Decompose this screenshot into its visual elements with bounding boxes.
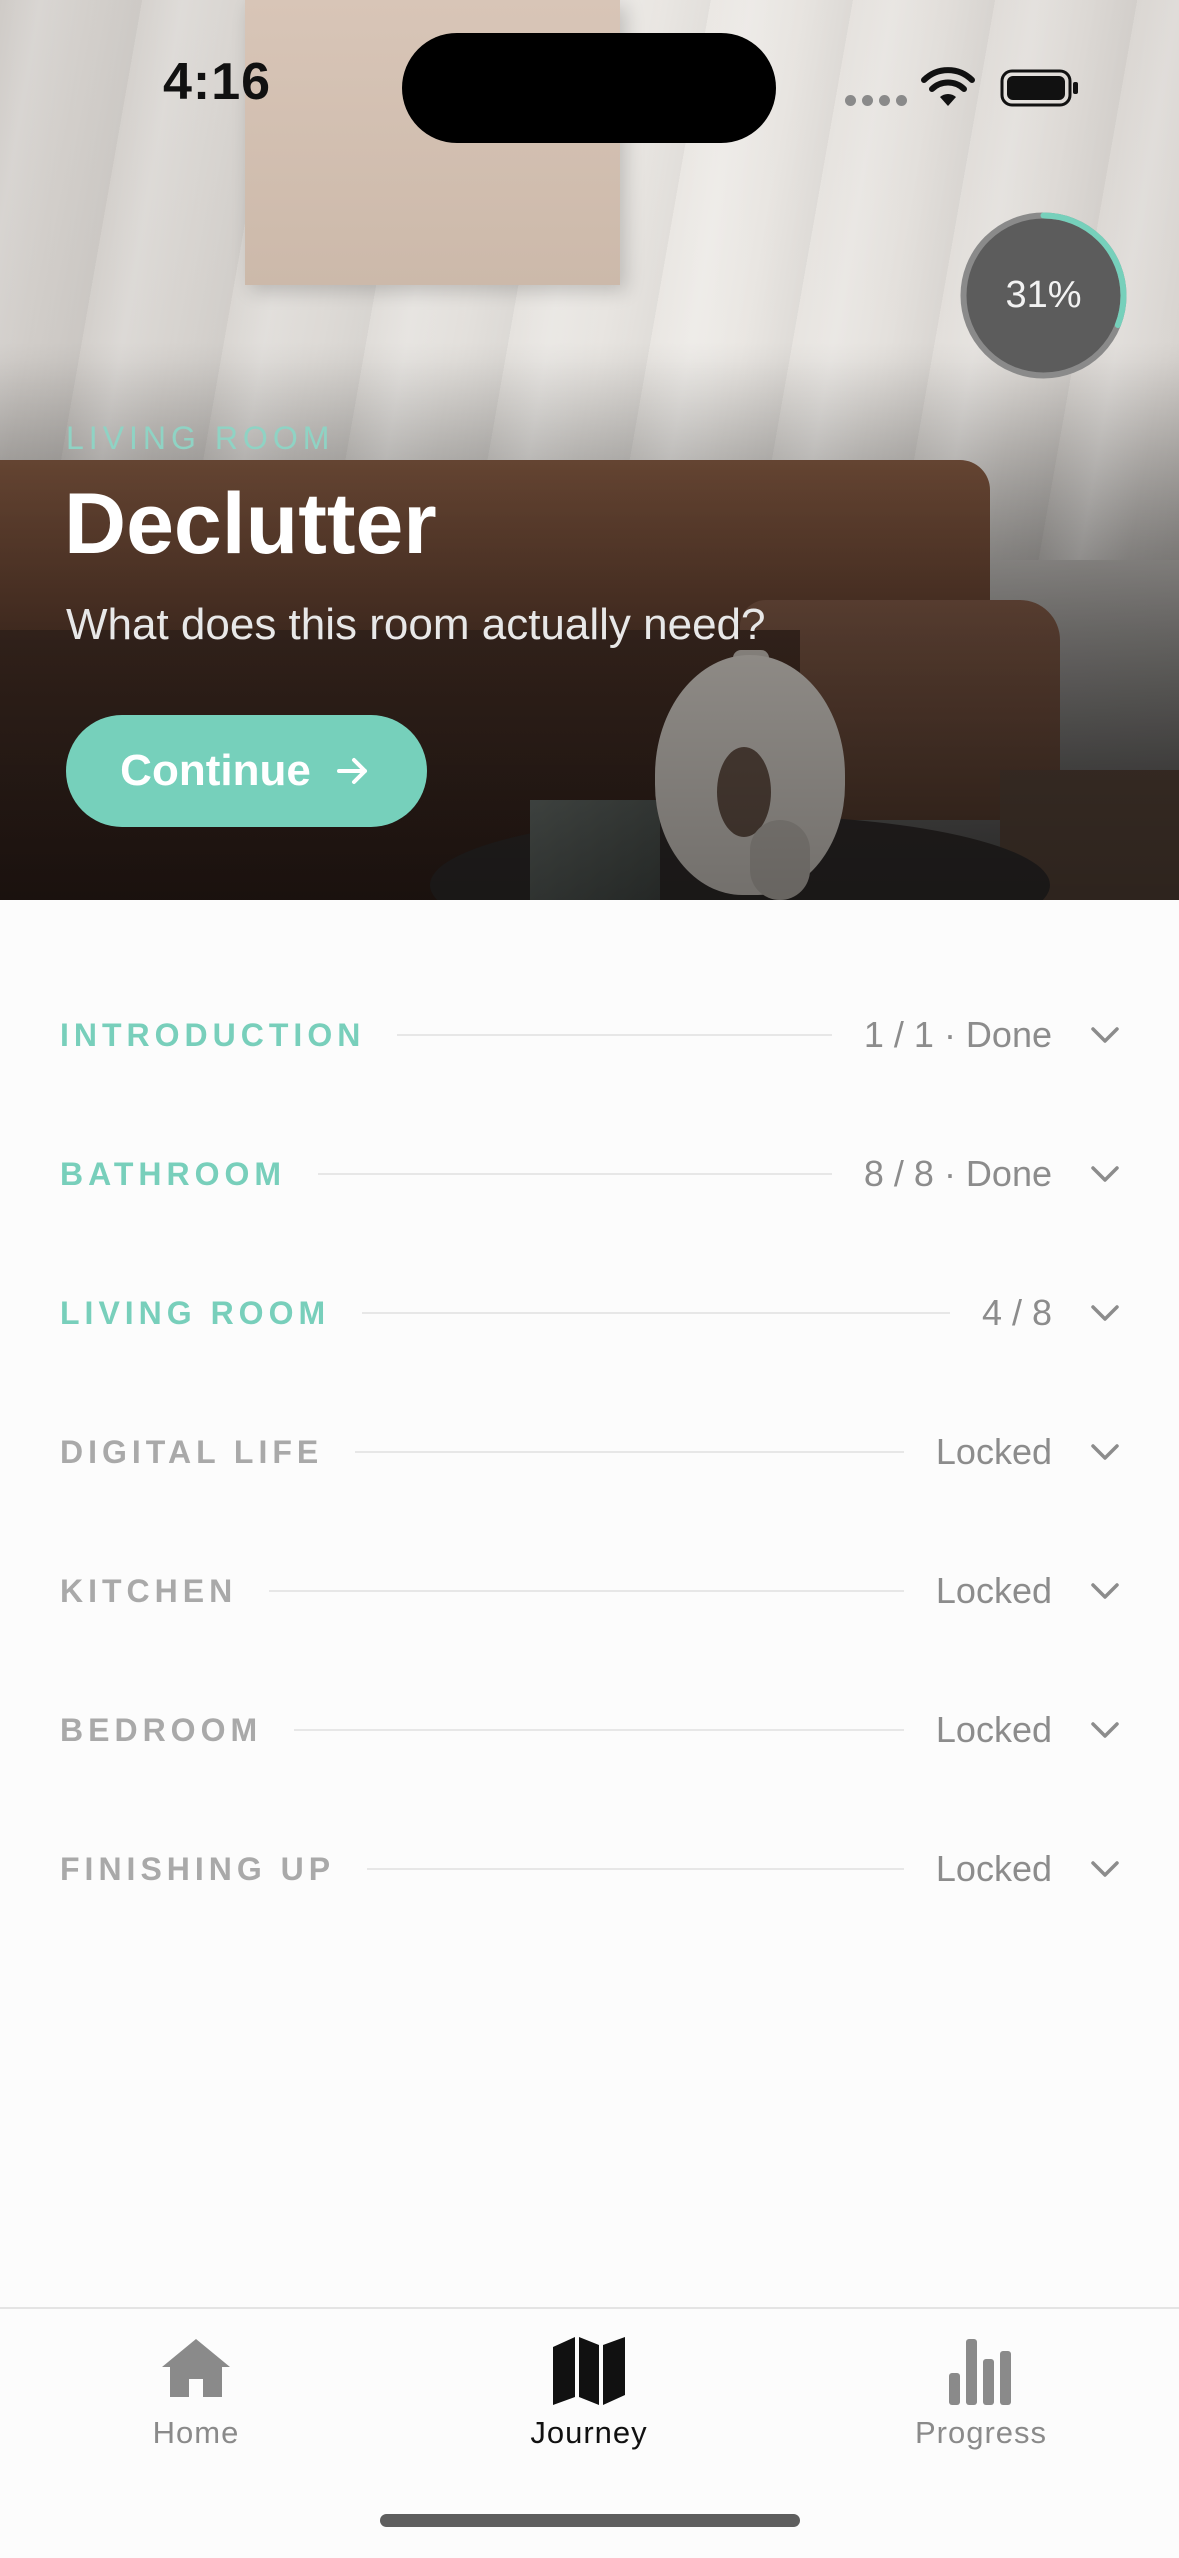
bar-chart-icon bbox=[949, 2339, 1011, 2405]
arrow-right-icon bbox=[336, 758, 367, 784]
section-divider bbox=[294, 1729, 904, 1731]
section-status: 4 / 8 bbox=[981, 1292, 1052, 1333]
section-bathroom[interactable]: BATHROOM 8 / 8 · Done bbox=[60, 1134, 1120, 1214]
section-name: DIGITAL LIFE bbox=[60, 1433, 324, 1470]
progress-ring-label: 31% bbox=[1005, 274, 1082, 316]
chevron-down-icon[interactable] bbox=[1090, 1720, 1120, 1740]
status-time: 4:16 bbox=[163, 53, 272, 111]
section-divider bbox=[355, 1451, 904, 1453]
section-introduction[interactable]: INTRODUCTION 1 / 1 · Done bbox=[60, 995, 1120, 1075]
chevron-down-icon[interactable] bbox=[1090, 1025, 1120, 1045]
chevron-down-icon[interactable] bbox=[1090, 1303, 1120, 1323]
section-status: Locked bbox=[935, 1431, 1052, 1472]
home-indicator bbox=[380, 2514, 800, 2527]
section-name: INTRODUCTION bbox=[60, 1016, 366, 1053]
section-divider bbox=[318, 1173, 832, 1175]
section-living-room[interactable]: LIVING ROOM 4 / 8 bbox=[60, 1273, 1120, 1353]
tab-label: Home bbox=[152, 2415, 240, 2450]
section-status: 8 / 8 · Done bbox=[863, 1153, 1052, 1194]
chevron-down-icon[interactable] bbox=[1090, 1581, 1120, 1601]
chevron-down-icon[interactable] bbox=[1090, 1164, 1120, 1184]
battery-icon bbox=[1000, 69, 1078, 107]
tab-label: Progress bbox=[914, 2415, 1048, 2450]
section-kitchen[interactable]: KITCHEN Locked bbox=[60, 1551, 1120, 1631]
signal-icon bbox=[845, 95, 907, 106]
section-name: BEDROOM bbox=[60, 1711, 263, 1748]
section-name: KITCHEN bbox=[60, 1572, 238, 1609]
chevron-down-icon[interactable] bbox=[1090, 1859, 1120, 1879]
section-status: Locked bbox=[935, 1709, 1052, 1750]
home-icon bbox=[162, 2339, 230, 2397]
section-finishing-up[interactable]: FINISHING UP Locked bbox=[60, 1829, 1120, 1909]
continue-label: Continue bbox=[120, 746, 311, 795]
tab-journey[interactable]: Journey bbox=[469, 2329, 709, 2459]
wifi-icon bbox=[921, 67, 975, 106]
tab-home[interactable]: Home bbox=[76, 2329, 316, 2459]
section-status: Locked bbox=[935, 1570, 1052, 1611]
dynamic-island bbox=[402, 33, 776, 143]
section-name: BATHROOM bbox=[60, 1155, 287, 1192]
map-icon bbox=[553, 2337, 625, 2405]
section-divider bbox=[397, 1034, 832, 1036]
section-bedroom[interactable]: BEDROOM Locked bbox=[60, 1690, 1120, 1770]
section-divider bbox=[367, 1868, 904, 1870]
hero-subtitle: What does this room actually need? bbox=[66, 600, 766, 649]
tab-label: Journey bbox=[530, 2415, 648, 2450]
section-status: 1 / 1 · Done bbox=[863, 1014, 1052, 1055]
continue-button[interactable]: Continue bbox=[66, 715, 427, 827]
section-divider bbox=[362, 1312, 950, 1314]
page-title: Declutter bbox=[64, 476, 437, 572]
section-divider bbox=[269, 1590, 904, 1592]
section-digital-life[interactable]: DIGITAL LIFE Locked bbox=[60, 1412, 1120, 1492]
section-name: FINISHING UP bbox=[60, 1850, 336, 1887]
hero-eyebrow: LIVING ROOM bbox=[66, 420, 335, 456]
tab-progress[interactable]: Progress bbox=[861, 2329, 1101, 2459]
section-name: LIVING ROOM bbox=[60, 1294, 331, 1331]
chevron-down-icon[interactable] bbox=[1090, 1442, 1120, 1462]
section-status: Locked bbox=[935, 1848, 1052, 1889]
